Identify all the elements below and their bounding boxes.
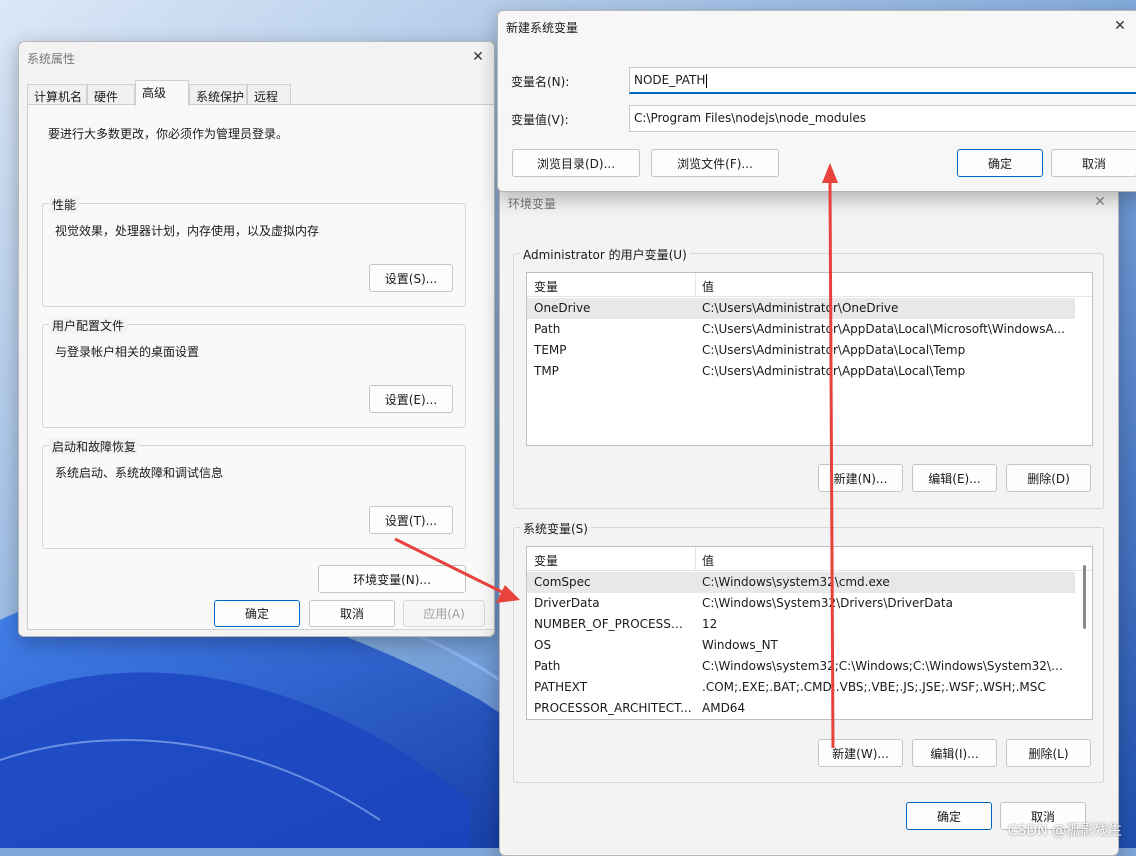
- system-properties-window: 系统属性 ✕ 计算机名 硬件 高级 系统保护 远程 要进行大多数更改，你必须作为…: [18, 41, 495, 637]
- user-variables-header: 变量 值: [527, 273, 1092, 297]
- system-edit-button[interactable]: 编辑(I)...: [912, 739, 997, 767]
- variable-value-cell: Windows_NT: [702, 638, 778, 652]
- variable-name-cell: Path: [534, 659, 561, 673]
- variable-value-cell: .COM;.EXE;.BAT;.CMD;.VBS;.VBE;.JS;.JSE;.…: [702, 680, 1046, 694]
- performance-settings-button[interactable]: 设置(S)...: [369, 264, 453, 292]
- variable-name-cell: PATHEXT: [534, 680, 588, 694]
- sysprops-apply-button[interactable]: 应用(A): [403, 600, 485, 627]
- startup-recovery-group: 启动和故障恢复 系统启动、系统故障和调试信息 设置(T)...: [42, 438, 466, 549]
- tab-remote[interactable]: 远程: [247, 84, 291, 105]
- performance-label: 性能: [49, 196, 80, 213]
- newvar-ok-button[interactable]: 确定: [957, 149, 1043, 177]
- variable-value-cell: C:\Windows\system32;C:\Windows;C:\Window…: [702, 659, 1072, 673]
- variable-value-value: C:\Program Files\nodejs\node_modules: [634, 111, 867, 125]
- variable-name-cell: ComSpec: [534, 575, 591, 589]
- variable-name-cell: TEMP: [534, 343, 567, 357]
- variable-name-field[interactable]: NODE_PATH: [629, 67, 1136, 94]
- tab-hardware[interactable]: 硬件: [87, 84, 135, 105]
- variable-value-cell: C:\Users\Administrator\AppData\Local\Tem…: [702, 343, 966, 357]
- sysprops-ok-button[interactable]: 确定: [214, 600, 300, 627]
- browse-directory-button[interactable]: 浏览目录(D)...: [512, 149, 640, 177]
- admin-note: 要进行大多数更改，你必须作为管理员登录。: [48, 127, 289, 141]
- browse-file-button[interactable]: 浏览文件(F)...: [651, 149, 779, 177]
- user-variable-row[interactable]: TEMP C:\Users\Administrator\AppData\Local…: [527, 340, 1075, 361]
- envvars-ok-button[interactable]: 确定: [906, 802, 992, 830]
- variable-name-cell: Path: [534, 322, 561, 336]
- user-variable-row[interactable]: Path C:\Users\Administrator\AppData\Local…: [527, 319, 1075, 340]
- user-variable-row[interactable]: OneDrive C:\Users\Administrator\OneDrive: [527, 298, 1075, 319]
- tab-system-protection[interactable]: 系统保护: [189, 84, 247, 105]
- text-caret: [706, 73, 708, 88]
- system-new-button[interactable]: 新建(W)...: [818, 739, 903, 767]
- variable-name-cell: DriverData: [534, 596, 600, 610]
- system-variable-row[interactable]: OS Windows_NT: [527, 635, 1075, 656]
- startup-recovery-label: 启动和故障恢复: [49, 438, 140, 455]
- variable-name-cell: NUMBER_OF_PROCESSORS: [534, 617, 692, 631]
- variable-value-cell: C:\Windows\System32\Drivers\DriverData: [702, 596, 953, 610]
- variable-value-cell: C:\Users\Administrator\AppData\Local\Tem…: [702, 364, 966, 378]
- variable-value-cell: AMD64: [702, 701, 746, 715]
- system-variable-row[interactable]: PATHEXT .COM;.EXE;.BAT;.CMD;.VBS;.VBE;.JS…: [527, 677, 1075, 698]
- tab-computer-name[interactable]: 计算机名: [27, 84, 87, 105]
- startup-recovery-desc: 系统启动、系统故障和调试信息: [55, 466, 224, 480]
- performance-desc: 视觉效果，处理器计划，内存使用，以及虚拟内存: [55, 224, 320, 238]
- close-icon[interactable]: ✕: [466, 46, 490, 68]
- newvar-title: 新建系统变量: [506, 21, 579, 35]
- startup-recovery-settings-button[interactable]: 设置(T)...: [369, 506, 453, 534]
- system-delete-button[interactable]: 删除(L): [1006, 739, 1091, 767]
- user-profile-settings-button[interactable]: 设置(E)...: [369, 385, 453, 413]
- variable-name-label: 变量名(N):: [511, 75, 570, 89]
- user-edit-button[interactable]: 编辑(E)...: [912, 464, 997, 492]
- envvars-title: 环境变量: [508, 197, 557, 211]
- system-variables-header: 变量 值: [527, 547, 1092, 571]
- system-variables-scrollbar[interactable]: [1083, 565, 1086, 629]
- sysprops-title: 系统属性: [27, 52, 76, 66]
- csdn-watermark: CSDN @孤影残生: [1007, 823, 1122, 839]
- newvar-cancel-button[interactable]: 取消: [1051, 149, 1136, 177]
- system-variables-list[interactable]: 变量 值 ComSpec C:\Windows\system32\cmd.exe D…: [526, 546, 1093, 720]
- close-icon[interactable]: ✕: [1108, 15, 1132, 37]
- system-variable-row[interactable]: DriverData C:\Windows\System32\Drivers\Dr…: [527, 593, 1075, 614]
- performance-group-box: 性能 视觉效果，处理器计划，内存使用，以及虚拟内存 设置(S)...: [42, 196, 466, 307]
- variable-value-cell: 12: [702, 617, 718, 631]
- user-profile-group: 用户配置文件 与登录帐户相关的桌面设置 设置(E)...: [42, 317, 466, 428]
- user-variable-row[interactable]: TMP C:\Users\Administrator\AppData\Local\…: [527, 361, 1075, 382]
- user-new-button[interactable]: 新建(N)...: [818, 464, 903, 492]
- variable-name-cell: TMP: [534, 364, 559, 378]
- variable-value-label: 变量值(V):: [511, 113, 569, 127]
- variable-value-cell: C:\Windows\system32\cmd.exe: [702, 575, 890, 589]
- variable-name-cell: PROCESSOR_ARCHITECT...: [534, 701, 692, 715]
- user-profile-desc: 与登录帐户相关的桌面设置: [55, 345, 200, 359]
- system-variable-row[interactable]: ComSpec C:\Windows\system32\cmd.exe: [527, 572, 1075, 593]
- variable-name-cell: OS: [534, 638, 552, 652]
- column-header-value[interactable]: 值: [696, 547, 720, 571]
- variable-value-cell: C:\Users\Administrator\OneDrive: [702, 301, 899, 315]
- sysprops-titlebar[interactable]: 系统属性 ✕: [19, 42, 494, 72]
- column-header-value[interactable]: 值: [696, 273, 720, 297]
- sysprops-cancel-button[interactable]: 取消: [309, 600, 395, 627]
- advanced-tab-panel: 要进行大多数更改，你必须作为管理员登录。 性能 视觉效果，处理器计划，内存使用，…: [27, 104, 494, 630]
- newvar-titlebar[interactable]: 新建系统变量 ✕: [498, 11, 1136, 41]
- column-header-variable[interactable]: 变量: [527, 547, 696, 571]
- variable-name-cell: OneDrive: [534, 301, 591, 315]
- tab-advanced[interactable]: 高级: [135, 80, 189, 106]
- system-variable-row[interactable]: Path C:\Windows\system32;C:\Windows;C:\Wi…: [527, 656, 1075, 677]
- user-variables-group: Administrator 的用户变量(U) 变量 值 OneDrive C:\U…: [513, 246, 1104, 509]
- variable-name-value: NODE_PATH: [634, 73, 706, 87]
- user-delete-button[interactable]: 删除(D): [1006, 464, 1091, 492]
- system-variables-label: 系统变量(S): [520, 520, 591, 537]
- system-variable-row[interactable]: NUMBER_OF_PROCESSORS 12: [527, 614, 1075, 635]
- user-variables-list[interactable]: 变量 值 OneDrive C:\Users\Administrator\OneD…: [526, 272, 1093, 446]
- new-system-variable-dialog: 新建系统变量 ✕ 变量名(N): NODE_PATH 变量值(V): C:\Pr…: [497, 10, 1136, 192]
- variable-value-cell: C:\Users\Administrator\AppData\Local\Mic…: [702, 322, 1065, 336]
- system-variable-row[interactable]: PROCESSOR_ARCHITECT... AMD64: [527, 698, 1075, 719]
- variable-value-field[interactable]: C:\Program Files\nodejs\node_modules: [629, 105, 1136, 132]
- user-profile-label: 用户配置文件: [49, 317, 128, 334]
- environment-variables-window: 环境变量 ✕ Administrator 的用户变量(U) 变量 值 OneDr…: [499, 186, 1119, 856]
- environment-variables-button[interactable]: 环境变量(N)...: [318, 565, 466, 593]
- system-variables-group: 系统变量(S) 变量 值 ComSpec C:\Windows\system32\…: [513, 520, 1104, 783]
- close-icon[interactable]: ✕: [1088, 191, 1112, 213]
- column-header-variable[interactable]: 变量: [527, 273, 696, 297]
- user-variables-label: Administrator 的用户变量(U): [520, 246, 690, 263]
